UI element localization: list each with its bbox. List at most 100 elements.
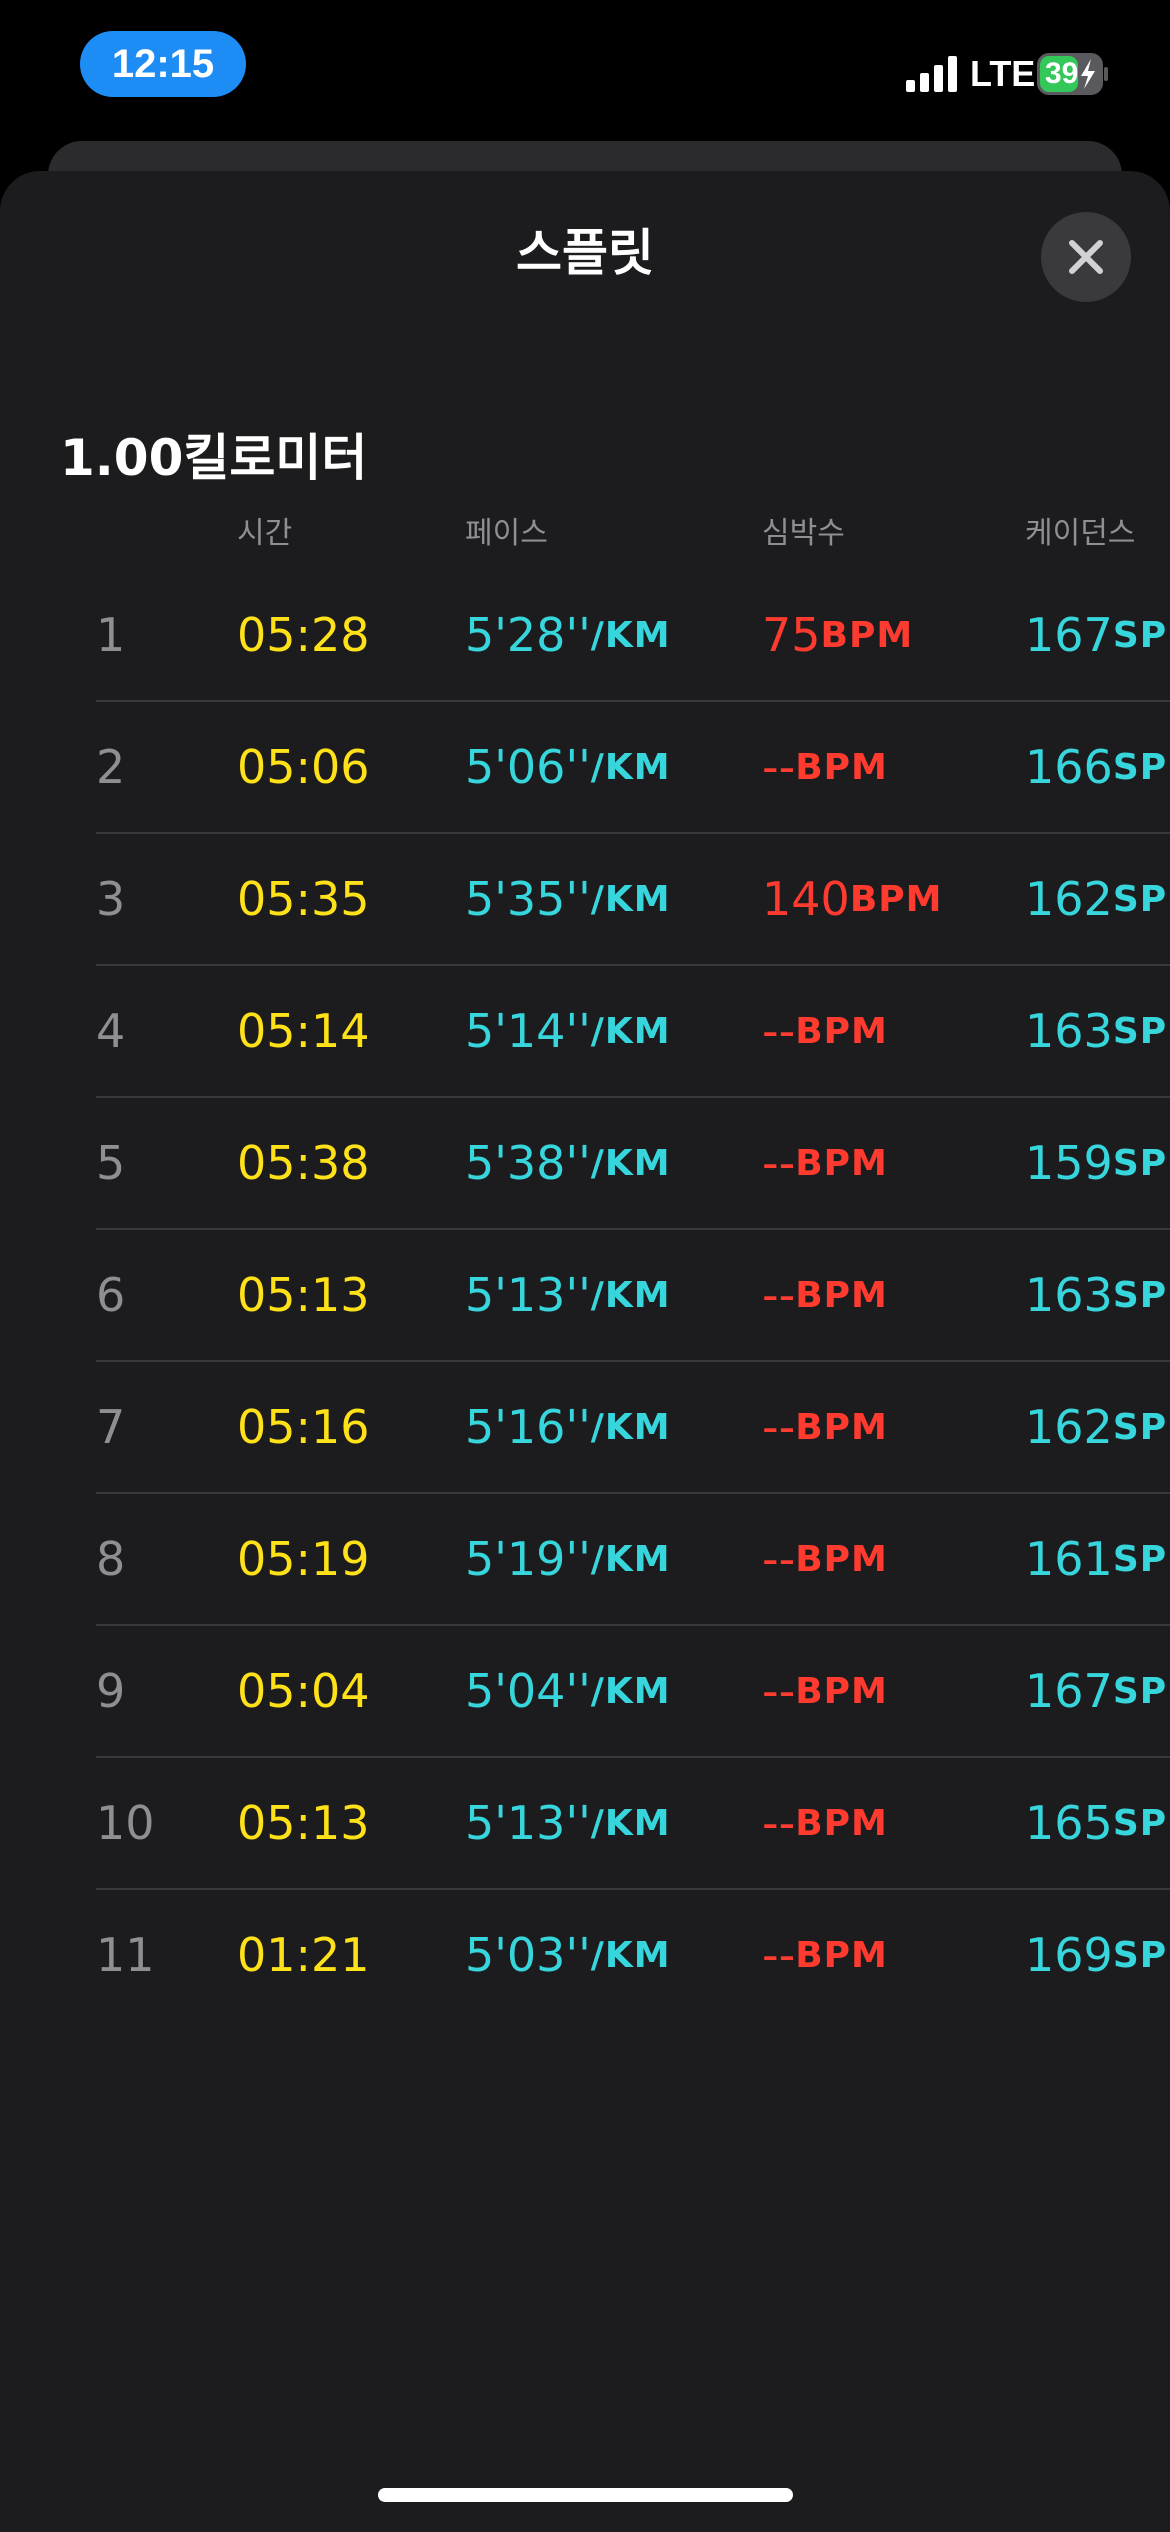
split-time: 05:13 [237, 1230, 370, 1360]
signal-icon [906, 56, 957, 92]
header-heart-rate: 심박수 [762, 516, 845, 551]
heart-rate-value: -- [762, 1928, 796, 1982]
heart-rate-unit: BPM [795, 1802, 888, 1844]
split-index: 5 [96, 1098, 125, 1228]
split-pace: 5'13''/KM [465, 1230, 671, 1360]
cadence-value: 163 [1025, 1004, 1113, 1058]
pace-unit: /KM [590, 1142, 671, 1184]
split-index-value: 1 [96, 608, 126, 662]
split-heart-rate: -- BPM [762, 1098, 888, 1228]
split-time-value: 05:06 [237, 740, 370, 794]
table-row: 9 05:04 5'04''/KM --BPM 167SPM [0, 1626, 1170, 1758]
split-time: 05:38 [237, 1098, 370, 1228]
split-index: 1 [96, 570, 125, 700]
split-time: 05:19 [237, 1494, 370, 1624]
split-time: 05:14 [237, 966, 370, 1096]
split-pace: 5'06''/KM [465, 702, 671, 832]
split-index-value: 3 [96, 872, 126, 926]
pace-unit: /KM [590, 1670, 671, 1712]
splits-table: 105:285'28''/KM75BPM167SPM205:065'06''/K… [0, 570, 1170, 2022]
split-index: 6 [96, 1230, 125, 1360]
heart-rate-unit: BPM [795, 1538, 888, 1580]
split-time-value: 05:14 [237, 1004, 370, 1058]
split-pace: 5'16''/KM [465, 1362, 671, 1492]
split-time-value: 05:04 [237, 1664, 370, 1718]
table-row: 2 05:06 5'06''/KM --BPM 166SPM [0, 702, 1170, 834]
heart-rate-value: -- [762, 1004, 796, 1058]
heart-rate-value: -- [762, 1664, 796, 1718]
header-cadence: 케이던스 [1025, 516, 1136, 551]
split-index: 9 [96, 1626, 125, 1756]
status-time[interactable]: 12:15 [80, 31, 246, 97]
split-index: 8 [96, 1494, 125, 1624]
split-time-value: 05:16 [237, 1400, 370, 1454]
pace-unit: /KM [590, 1802, 671, 1844]
cadence-unit: SPM [1112, 1538, 1170, 1580]
split-index-value: 8 [96, 1532, 126, 1586]
split-pace-value: 5'06'' [465, 740, 591, 794]
table-row: 7 05:16 5'16''/KM --BPM 162SPM [0, 1362, 1170, 1494]
heart-rate-value: -- [762, 1532, 796, 1586]
heart-rate-unit: BPM [795, 1670, 888, 1712]
heart-rate-unit: BPM [820, 614, 914, 656]
cadence-value: 161 [1025, 1532, 1113, 1586]
split-pace-value: 5'35'' [465, 872, 591, 926]
split-pace: 5'19''/KM [465, 1494, 671, 1624]
table-row: 6 05:13 5'13''/KM --BPM 163SPM [0, 1230, 1170, 1362]
cadence-value: 162 [1025, 1400, 1113, 1454]
split-cadence: 159SPM [1025, 1098, 1170, 1228]
close-button[interactable] [1041, 212, 1131, 302]
split-time: 05:35 [237, 834, 370, 964]
cadence-unit: SPM [1112, 614, 1170, 656]
split-pace: 5'38''/KM [465, 1098, 671, 1228]
split-heart-rate: -- BPM [762, 1890, 888, 2020]
split-cadence: 161SPM [1025, 1494, 1170, 1624]
heart-rate-value: -- [762, 1796, 796, 1850]
split-time-value: 05:38 [237, 1136, 370, 1190]
cadence-value: 162 [1025, 872, 1113, 926]
heart-rate-value: 75 [762, 608, 821, 662]
heart-rate-unit: BPM [795, 1934, 888, 1976]
cadence-value: 159 [1025, 1136, 1113, 1190]
split-heart-rate: -- BPM [762, 1362, 888, 1492]
split-index-value: 6 [96, 1268, 126, 1322]
split-pace-value: 5'13'' [465, 1268, 591, 1322]
split-time: 01:21 [237, 1890, 370, 2020]
split-pace: 5'13''/KM [465, 1758, 671, 1888]
cadence-value: 163 [1025, 1268, 1113, 1322]
split-pace-value: 5'14'' [465, 1004, 591, 1058]
cadence-unit: SPM [1112, 878, 1170, 920]
split-pace-value: 5'19'' [465, 1532, 591, 1586]
split-heart-rate: -- BPM [762, 1230, 888, 1360]
sheet-title: 스플릿 [516, 224, 654, 282]
split-cadence: 167SPM [1025, 570, 1170, 700]
heart-rate-value: 140 [762, 872, 850, 926]
split-time: 05:13 [237, 1758, 370, 1888]
split-time-value: 05:19 [237, 1532, 370, 1586]
split-cadence: 166SPM [1025, 702, 1170, 832]
split-heart-rate: -- BPM [762, 702, 888, 832]
split-index: 2 [96, 702, 125, 832]
home-indicator[interactable] [378, 2488, 793, 2502]
cadence-unit: SPM [1112, 1934, 1170, 1976]
split-pace: 5'04''/KM [465, 1626, 671, 1756]
split-pace: 5'14''/KM [465, 966, 671, 1096]
heart-rate-unit: BPM [849, 878, 943, 920]
heart-rate-unit: BPM [795, 1274, 888, 1316]
heart-rate-unit: BPM [795, 1010, 888, 1052]
cadence-unit: SPM [1112, 1010, 1170, 1052]
cadence-unit: SPM [1112, 1406, 1170, 1448]
split-heart-rate: -- BPM [762, 1758, 888, 1888]
split-heart-rate: -- BPM [762, 966, 888, 1096]
split-index-value: 9 [96, 1664, 126, 1718]
split-index-value: 2 [96, 740, 126, 794]
pace-unit: /KM [590, 1538, 671, 1580]
split-pace: 5'28''/KM [465, 570, 671, 700]
split-index-value: 11 [96, 1928, 155, 1982]
network-type: LTE [970, 53, 1036, 94]
pace-unit: /KM [590, 746, 671, 788]
cadence-value: 167 [1025, 1664, 1113, 1718]
split-pace-value: 5'13'' [465, 1796, 591, 1850]
close-icon [1069, 240, 1103, 274]
heart-rate-unit: BPM [795, 1406, 888, 1448]
